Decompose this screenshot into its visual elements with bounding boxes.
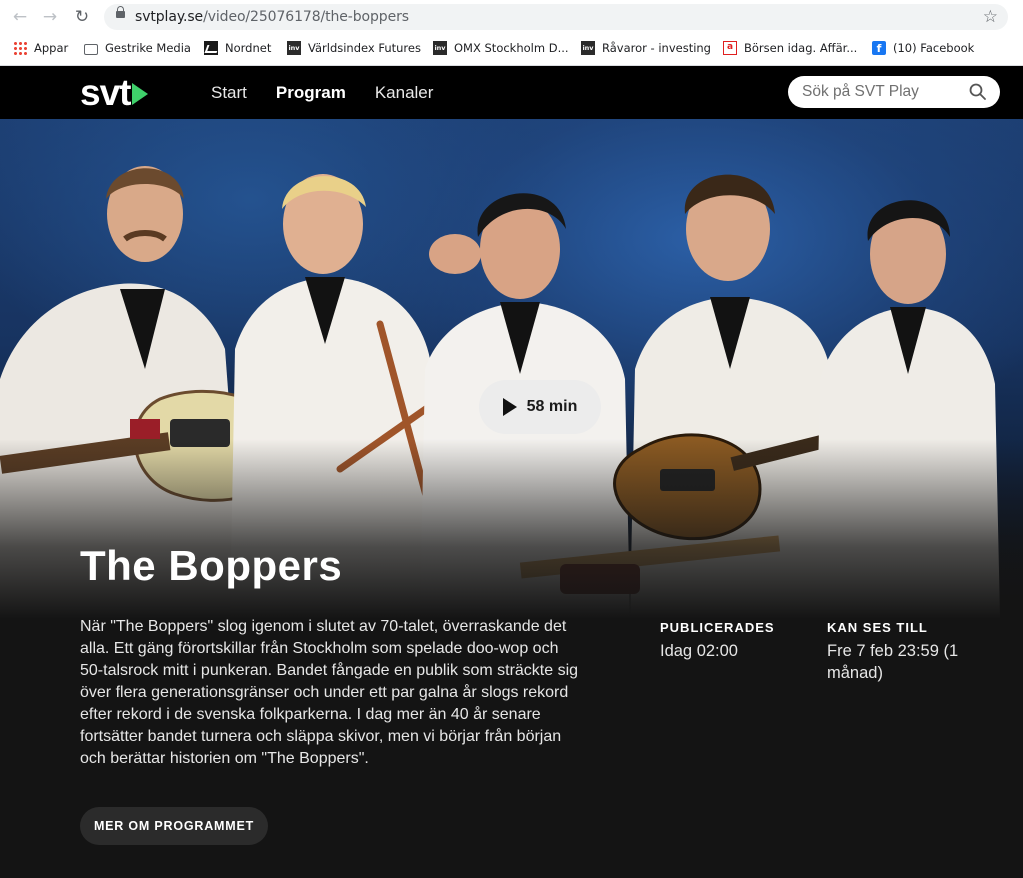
apps-grid-icon (13, 41, 27, 55)
bookmark-label: Börsen idag. Affär... (744, 41, 858, 55)
nordnet-icon (204, 41, 218, 55)
bookmarks-bar: Appar Gestrike Media Nordnet inv Världsi… (0, 34, 1023, 66)
bookmark-label: Råvaror - investing (602, 41, 711, 55)
main-nav: Start Program Kanaler (211, 66, 462, 119)
reload-icon[interactable]: ↻ (72, 7, 92, 27)
hero-gradient (0, 439, 1023, 619)
bookmark-ravaror[interactable]: inv Råvaror - investing (581, 34, 711, 62)
lock-icon[interactable] (116, 6, 125, 18)
url-path: /video/25076178/the-boppers (203, 9, 409, 25)
facebook-icon: f (872, 41, 886, 55)
investing-icon: inv (433, 41, 447, 55)
investing-icon: inv (581, 41, 595, 55)
available-label: KAN SES TILL (827, 620, 928, 635)
bookmark-star-icon[interactable]: ☆ (983, 7, 998, 27)
published-info: PUBLICERADES Idag 02:00 (660, 620, 800, 662)
folder-icon (84, 43, 98, 55)
availability-info: KAN SES TILL Fre 7 feb 23:59 (1 månad) (827, 620, 987, 684)
nav-program[interactable]: Program (276, 83, 346, 103)
play-icon (502, 398, 517, 416)
published-label: PUBLICERADES (660, 620, 775, 635)
back-arrow-icon[interactable]: ← (10, 7, 30, 27)
program-title: The Boppers (80, 542, 343, 589)
bookmark-varldsindex-futures[interactable]: inv Världsindex Futures (287, 34, 421, 62)
published-value: Idag 02:00 (660, 642, 738, 660)
browser-toolbar: ← → ↻ svtplay.se/video/25076178/the-bopp… (0, 0, 1023, 34)
duration-label: 58 min (526, 398, 578, 415)
investing-icon: inv (287, 41, 301, 55)
bookmark-label: Världsindex Futures (308, 41, 421, 55)
nav-kanaler[interactable]: Kanaler (375, 83, 434, 103)
bookmark-label: Gestrike Media (105, 41, 191, 55)
bookmark-apps[interactable]: Appar (13, 34, 68, 62)
forward-arrow-icon[interactable]: → (40, 7, 60, 27)
site-header: svt Start Program Kanaler (0, 66, 1023, 119)
search-icon[interactable] (969, 83, 986, 100)
search-box (788, 76, 1000, 108)
svt-play-logo[interactable]: svt (80, 71, 149, 113)
bookmark-label: OMX Stockholm D... (454, 41, 569, 55)
search-input[interactable] (802, 76, 962, 108)
play-button[interactable]: 58 min (479, 380, 601, 434)
bookmark-gestrike-media[interactable]: Gestrike Media (84, 34, 191, 62)
bookmark-label: Appar (34, 41, 69, 55)
available-value: Fre 7 feb 23:59 (1 månad) (827, 642, 959, 682)
nav-start[interactable]: Start (211, 83, 247, 103)
bookmark-label: (10) Facebook (893, 41, 975, 55)
bookmark-omx-stockholm[interactable]: inv OMX Stockholm D... (433, 34, 569, 62)
address-bar[interactable]: svtplay.se/video/25076178/the-boppers ☆ (104, 4, 1008, 30)
url-text[interactable]: svtplay.se/video/25076178/the-boppers (135, 9, 409, 25)
more-about-program-button[interactable]: MER OM PROGRAMMET (80, 807, 268, 845)
bookmark-borsen-idag[interactable]: a Börsen idag. Affär... (723, 34, 857, 62)
bookmark-label: Nordnet (225, 41, 272, 55)
logo-text: svt (80, 71, 131, 113)
program-description: När "The Boppers" slog igenom i slutet a… (80, 618, 579, 767)
bookmark-nordnet[interactable]: Nordnet (204, 34, 271, 62)
borsen-icon: a (723, 41, 737, 55)
bookmark-facebook[interactable]: f (10) Facebook (872, 34, 974, 62)
play-triangle-icon (132, 83, 149, 105)
url-host: svtplay.se (135, 9, 204, 25)
